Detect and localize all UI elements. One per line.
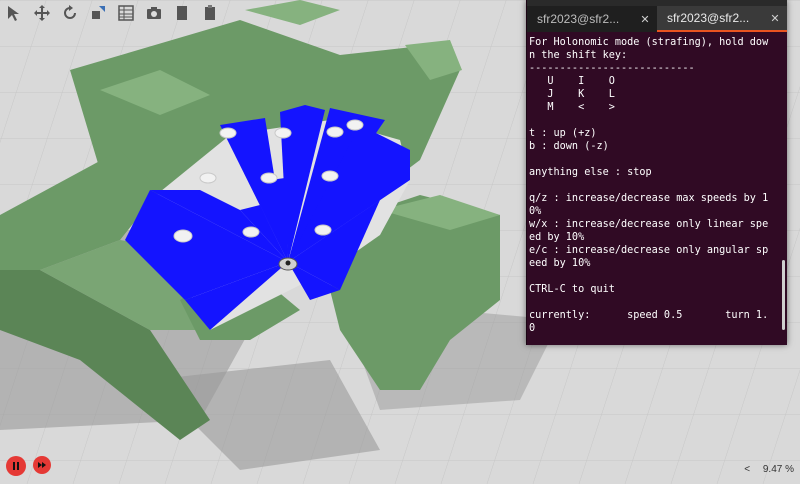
terminal-line: 0%: [529, 206, 542, 217]
translate-icon[interactable]: [32, 3, 52, 23]
terminal-line: 0: [529, 323, 536, 334]
grid-icon[interactable]: [116, 3, 136, 23]
tab-label: sfr2023@sfr2...: [667, 11, 750, 25]
terminal-tab-1[interactable]: sfr2023@sfr2... ✕: [527, 6, 657, 32]
collapse-arrow-icon[interactable]: <: [744, 464, 750, 475]
close-icon[interactable]: ✕: [769, 12, 781, 25]
terminal-line: anything else : stop: [529, 167, 652, 178]
step-forward-icon: [38, 462, 46, 468]
terminal-line: CTRL-C to quit: [529, 284, 615, 295]
pause-icon: [13, 462, 19, 470]
paste-icon[interactable]: [200, 3, 220, 23]
copy-icon[interactable]: [172, 3, 192, 23]
terminal-window[interactable]: sfr2023@sfr2... ✕ sfr2023@sfr2... ✕ For …: [526, 0, 787, 345]
terminal-line: e/c : increase/decrease only angular sp: [529, 245, 769, 256]
select-arrow-icon[interactable]: [4, 3, 24, 23]
bottom-bar: < 9.47 %: [0, 456, 800, 484]
terminal-tab-2[interactable]: sfr2023@sfr2... ✕: [657, 6, 787, 32]
terminal-line: J K L: [529, 89, 615, 100]
terminal-line: n the shift key:: [529, 50, 628, 61]
terminal-line: ---------------------------: [529, 63, 695, 74]
terminal-line: M < >: [529, 102, 615, 113]
terminal-line: For Holonomic mode (strafing), hold dow: [529, 37, 769, 48]
rotate-icon[interactable]: [60, 3, 80, 23]
terminal-line: U I O: [529, 76, 615, 87]
terminal-line: w/x : increase/decrease only linear spe: [529, 219, 769, 230]
camera-icon[interactable]: [144, 3, 164, 23]
status-readout: < 9.47 %: [744, 464, 794, 475]
zoom-level: 9.47 %: [762, 464, 794, 475]
terminal-line: q/z : increase/decrease max speeds by 1: [529, 193, 769, 204]
terminal-output[interactable]: For Holonomic mode (strafing), hold dow n…: [527, 32, 787, 335]
terminal-line: b : down (-z): [529, 141, 609, 152]
close-icon[interactable]: ✕: [639, 13, 651, 26]
pause-button[interactable]: [6, 456, 26, 476]
tab-label: sfr2023@sfr2...: [537, 12, 620, 26]
robot[interactable]: [278, 257, 298, 271]
terminal-line: ed by 10%: [529, 232, 585, 243]
terminal-scrollbar[interactable]: [782, 260, 785, 330]
step-button[interactable]: [33, 456, 51, 474]
scale-icon[interactable]: [88, 3, 108, 23]
terminal-tabs: sfr2023@sfr2... ✕ sfr2023@sfr2... ✕: [527, 0, 787, 32]
terminal-line: currently: speed 0.5 turn 1.: [529, 310, 769, 321]
terminal-line: eed by 10%: [529, 258, 591, 269]
terminal-line: t : up (+z): [529, 128, 597, 139]
toolbar: [0, 0, 264, 26]
